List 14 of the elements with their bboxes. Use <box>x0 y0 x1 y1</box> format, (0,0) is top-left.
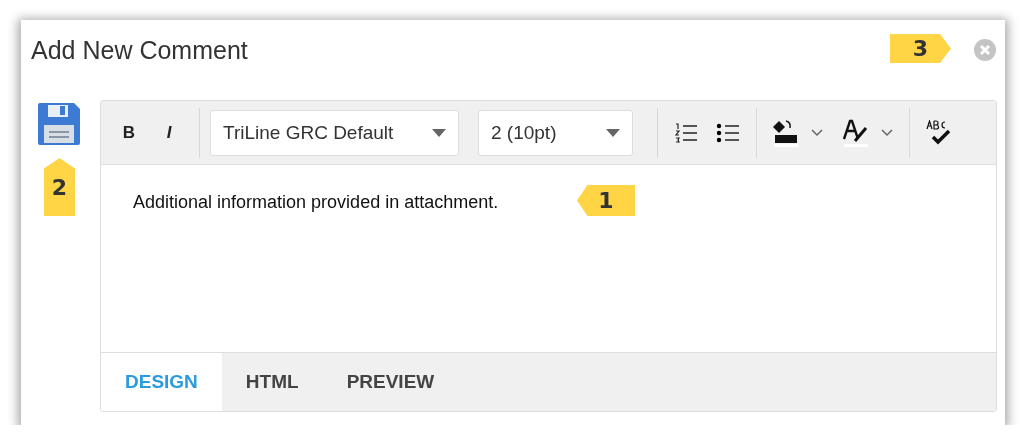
comment-text: Additional information provided in attachment. <box>133 192 499 212</box>
save-icon[interactable] <box>38 103 80 145</box>
dialog-title: Add New Comment <box>31 35 248 65</box>
size-dropdown[interactable]: 2 (10pt) <box>478 109 633 156</box>
italic-button[interactable]: I <box>149 112 189 153</box>
bold-button[interactable]: B <box>109 112 149 153</box>
dropdown-arrow-icon <box>606 128 620 137</box>
editor-tab[interactable]: HTML <box>221 353 323 411</box>
font-dropdown[interactable]: TriLine GRC Default <box>210 109 459 156</box>
callout-badge: 1 <box>577 185 635 216</box>
callout-badge: 2 <box>44 158 75 216</box>
callout-badge: 3 <box>890 34 951 63</box>
editor-tab[interactable]: PREVIEW <box>322 353 459 411</box>
dropdown-arrow-icon <box>432 128 446 137</box>
